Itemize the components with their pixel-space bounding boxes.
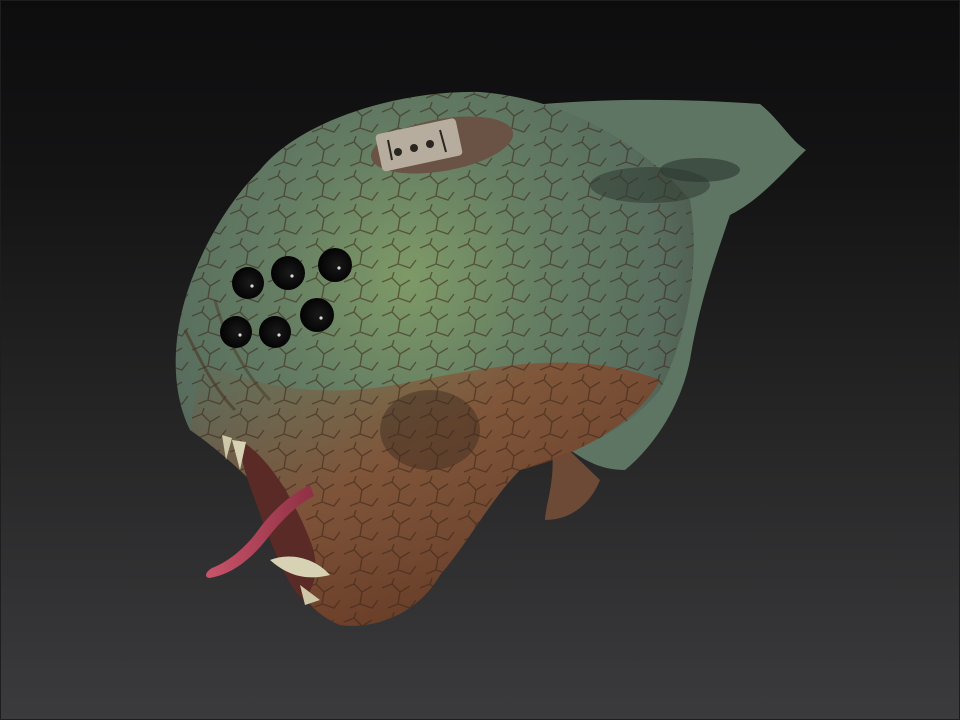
eye-icon bbox=[220, 316, 252, 348]
creature-render bbox=[175, 91, 806, 626]
eye-icon bbox=[271, 256, 305, 290]
eye-icon bbox=[259, 316, 291, 348]
viewport-canvas[interactable] bbox=[0, 0, 960, 720]
creature-head bbox=[175, 91, 806, 626]
eye-icon bbox=[318, 248, 352, 282]
eye-icon bbox=[232, 267, 264, 299]
eye-icon bbox=[300, 298, 334, 332]
